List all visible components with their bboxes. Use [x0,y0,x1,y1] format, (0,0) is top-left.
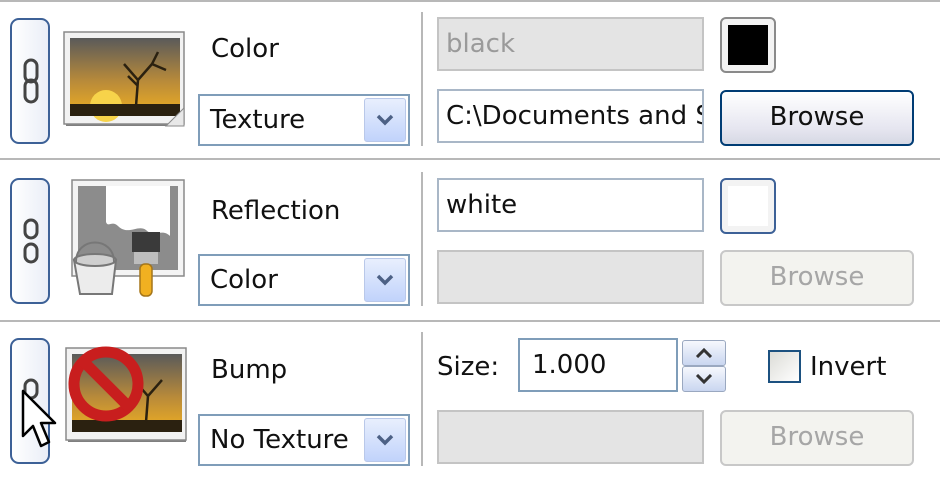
color-value: white [446,190,518,220]
browse-button[interactable]: Browse [720,90,914,146]
chevron-down-icon[interactable] [364,258,406,302]
no-texture-icon [62,342,190,450]
color-value-field[interactable]: white [437,178,704,232]
property-label: Reflection [211,196,341,226]
texture-path-field [437,410,704,464]
texture-path: C:\Documents and Settings [446,101,702,131]
browse-button: Browse [720,410,914,466]
texture-path-field [437,250,704,304]
color-swatch-button[interactable] [720,17,776,73]
color-value-field: black [437,17,704,71]
property-row-bump: Bump No Texture Size: 1.000 Invert Brows… [0,320,940,480]
property-row-color: Color Texture black C:\Documents and Set… [0,0,940,160]
invert-label[interactable]: Invert [810,352,886,382]
link-toggle-button[interactable] [10,178,50,304]
size-decrement-button[interactable] [682,366,726,392]
browse-button: Browse [720,250,914,306]
chevron-down-icon[interactable] [364,418,406,462]
dropdown-value: No Texture [210,425,349,455]
color-swatch [728,25,768,65]
dropdown-value: Texture [210,105,306,135]
source-type-dropdown[interactable]: Texture [198,94,410,146]
property-label: Color [211,34,279,64]
invert-checkbox[interactable] [768,350,801,383]
size-value: 1.000 [532,350,607,380]
property-label: Bump [211,355,288,385]
mouse-cursor-icon [20,388,60,454]
paint-bucket-brush-icon [66,176,190,304]
dropdown-value: Color [210,265,278,295]
color-value: black [446,29,516,59]
size-label: Size: [437,352,500,382]
landscape-texture-icon [62,30,188,134]
link-toggle-button[interactable] [10,18,50,144]
size-input[interactable]: 1.000 [518,338,678,392]
size-increment-button[interactable] [682,340,726,366]
chevron-down-icon[interactable] [364,98,406,142]
source-type-dropdown[interactable]: No Texture [198,414,410,466]
property-row-reflection: Reflection Color white Browse [0,160,940,320]
color-swatch-button[interactable] [720,178,776,234]
texture-path-field[interactable]: C:\Documents and Settings [437,89,704,143]
source-type-dropdown[interactable]: Color [198,254,410,306]
color-swatch [728,186,768,226]
